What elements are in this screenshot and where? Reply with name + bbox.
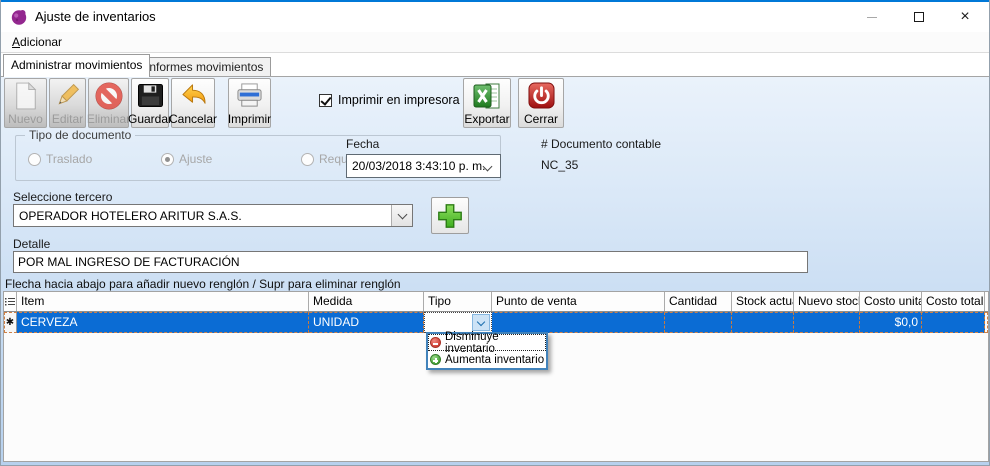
column-header-costo-unitario[interactable]: Costo unitari — [860, 292, 922, 311]
editar-label: Editar — [52, 112, 83, 126]
radio-selected-icon — [161, 153, 174, 166]
editar-button[interactable]: Editar — [49, 78, 86, 128]
detalle-input[interactable] — [13, 251, 808, 273]
documento-contable-label: # Documento contable — [541, 137, 661, 151]
imprimir-label: Imprimir — [228, 112, 271, 126]
imprimir-button[interactable]: Imprimir — [228, 78, 271, 128]
plus-icon — [436, 202, 464, 230]
dropdown-option-label: Aumenta inventario — [445, 354, 544, 366]
app-logo-icon — [10, 8, 28, 26]
window-accent-line — [1, 0, 989, 2]
cerrar-label: Cerrar — [524, 112, 558, 126]
items-grid: Item Medida Tipo Punto de venta Cantidad… — [3, 291, 989, 462]
fecha-label: Fecha — [346, 137, 379, 151]
tipo-documento-group-label: Tipo de documento — [25, 128, 135, 142]
exportar-button[interactable]: Exportar — [463, 78, 511, 128]
close-button[interactable]: × — [942, 2, 988, 32]
column-header-costo-total[interactable]: Costo total — [922, 292, 985, 311]
dropdown-option-disminuye-inventario[interactable]: Disminuye inventario — [428, 334, 546, 351]
radio-traslado[interactable]: Traslado — [28, 152, 92, 166]
chevron-down-icon — [477, 317, 485, 325]
maximize-button[interactable] — [896, 2, 942, 32]
column-header-stock-actual[interactable]: Stock actua — [732, 292, 794, 311]
fecha-value: 20/03/2018 3:43:10 p. m. — [352, 159, 485, 173]
printer-icon — [235, 79, 264, 112]
minus-circle-icon — [430, 337, 441, 348]
grid-hint-text: Flecha hacia abajo para añadir nuevo ren… — [5, 277, 401, 291]
menu-accel: A — [12, 35, 20, 49]
eliminar-button[interactable]: Eliminar — [88, 78, 129, 128]
tercero-value: OPERADOR HOTELERO ARITUR S.A.S. — [19, 209, 242, 223]
column-header-tipo[interactable]: Tipo — [424, 292, 492, 311]
radio-circle-icon — [28, 153, 41, 166]
nuevo-button[interactable]: Nuevo — [4, 78, 47, 128]
column-header-item[interactable]: Item — [17, 292, 309, 311]
guardar-button[interactable]: Guardar — [131, 78, 169, 128]
cell-cantidad[interactable] — [665, 312, 732, 333]
close-icon: × — [960, 9, 969, 25]
tercero-combobox[interactable]: OPERADOR HOTELERO ARITUR S.A.S. — [13, 204, 413, 227]
new-row-indicator: ✱ — [4, 312, 17, 333]
cancelar-label: Cancelar — [169, 112, 217, 126]
cell-stock-actual[interactable] — [732, 312, 794, 333]
cell-costo-total[interactable] — [922, 312, 985, 333]
title-bar[interactable]: Ajuste de inventarios × — [1, 2, 989, 32]
nuevo-label: Nuevo — [8, 112, 43, 126]
radio-ajuste-label: Ajuste — [179, 152, 212, 166]
detalle-label: Detalle — [13, 237, 50, 251]
add-tercero-button[interactable] — [431, 197, 469, 234]
app-window: Ajuste de inventarios × Adicionar Admini… — [0, 0, 990, 466]
column-header-nuevo-stock[interactable]: Nuevo stock — [794, 292, 860, 311]
pencil-icon — [54, 79, 81, 112]
minimize-icon — [867, 17, 877, 18]
guardar-label: Guardar — [128, 112, 172, 126]
eliminar-label: Eliminar — [87, 112, 130, 126]
tipo-dropdown-button[interactable] — [472, 314, 490, 331]
minimize-button[interactable] — [849, 2, 895, 32]
dropdown-option-aumenta-inventario[interactable]: Aumenta inventario — [428, 351, 546, 368]
window-title: Ajuste de inventarios — [35, 2, 156, 32]
cancelar-button[interactable]: Cancelar — [171, 78, 215, 128]
cell-nuevo-stock[interactable] — [794, 312, 860, 333]
tab-page: Nuevo Editar Eliminar Guardar Cancelar — [1, 76, 989, 465]
excel-icon — [472, 79, 502, 112]
power-icon — [527, 79, 556, 112]
column-header-cantidad[interactable]: Cantidad — [665, 292, 732, 311]
no-entry-icon — [94, 79, 124, 112]
exportar-label: Exportar — [464, 112, 509, 126]
undo-arrow-icon — [179, 79, 208, 112]
tipo-dropdown-list: Disminuye inventario Aumenta inventario — [426, 332, 548, 370]
grid-header: Item Medida Tipo Punto de venta Cantidad… — [4, 292, 988, 312]
cell-item[interactable]: CERVEZA — [17, 312, 309, 333]
tab-strip: Administrar movimientos Informes movimie… — [1, 54, 989, 76]
menu-rest: dicionar — [20, 35, 62, 49]
fecha-picker[interactable]: 20/03/2018 3:43:10 p. m. — [346, 154, 501, 178]
cerrar-button[interactable]: Cerrar — [518, 78, 564, 128]
chevron-down-icon — [397, 209, 407, 219]
menu-bar: Adicionar — [1, 32, 989, 53]
floppy-disk-icon — [137, 79, 164, 112]
menu-item-adicionar[interactable]: Adicionar — [6, 32, 68, 53]
radio-circle-icon — [301, 153, 314, 166]
plus-circle-icon — [430, 354, 441, 365]
tab-informes-movimientos[interactable]: Informes movimientos — [138, 57, 271, 76]
column-header-medida[interactable]: Medida — [309, 292, 424, 311]
cell-medida[interactable]: UNIDAD — [309, 312, 424, 333]
radio-traslado-label: Traslado — [46, 152, 92, 166]
pos-printer-checkbox[interactable] — [319, 94, 332, 107]
row-selector-icon — [5, 297, 15, 306]
maximize-icon — [914, 12, 924, 22]
cell-costo-unitario[interactable]: $0,0 — [860, 312, 922, 333]
column-header-punto-de-venta[interactable]: Punto de venta — [492, 292, 665, 311]
radio-ajuste[interactable]: Ajuste — [161, 152, 212, 166]
row-selector-header[interactable] — [4, 292, 17, 311]
tab-administrar-movimientos[interactable]: Administrar movimientos — [3, 54, 150, 77]
new-page-icon — [14, 79, 38, 112]
tercero-dropdown-button[interactable] — [391, 205, 412, 226]
documento-contable-value: NC_35 — [541, 158, 578, 172]
tercero-label: Seleccione tercero — [13, 190, 112, 204]
